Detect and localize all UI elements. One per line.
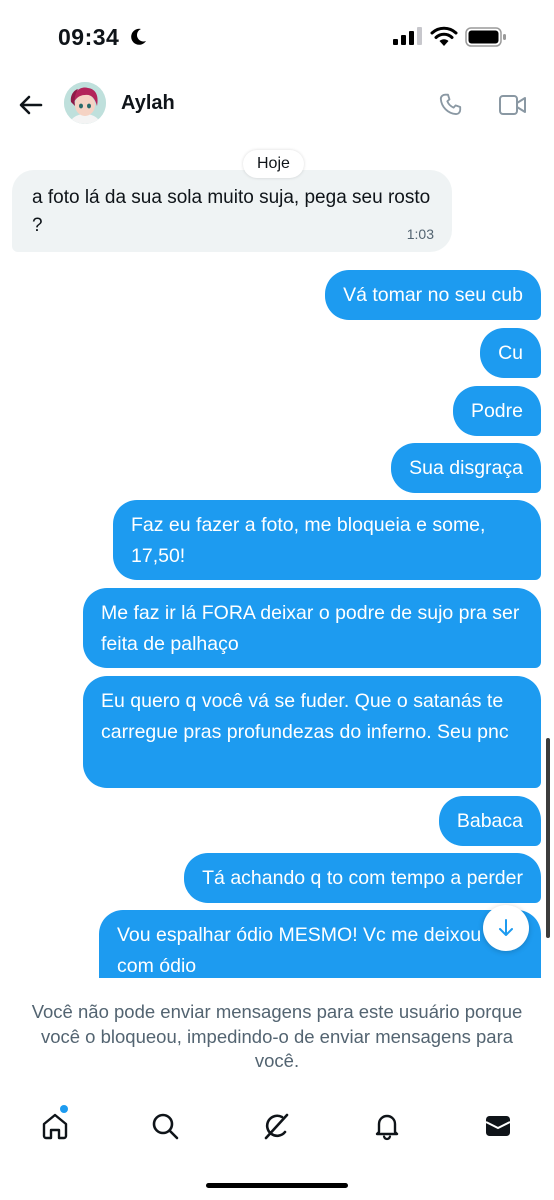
status-time: 09:34 — [58, 24, 120, 50]
tab-home[interactable] — [37, 1108, 73, 1144]
grok-icon — [264, 1113, 289, 1140]
incoming-message-text: a foto lá da sua sola muito suja, pega s… — [32, 187, 431, 236]
tab-grok[interactable] — [258, 1108, 294, 1144]
outgoing-message[interactable]: Cu — [480, 328, 541, 378]
arrow-down-icon — [499, 919, 513, 936]
video-call-icon[interactable] — [498, 93, 528, 117]
home-icon — [42, 1113, 68, 1140]
notifications-icon — [375, 1114, 399, 1141]
outgoing-message[interactable]: Me faz ir lá FORA deixar o podre de sujo… — [83, 588, 541, 668]
wifi-icon — [430, 26, 458, 46]
message-timestamp: 1:03 — [406, 226, 434, 242]
outgoing-message[interactable]: Vá tomar no seu cub — [325, 270, 541, 320]
tab-search[interactable] — [147, 1108, 183, 1144]
conversation-header: Aylah — [0, 76, 554, 134]
messages-icon — [485, 1116, 511, 1136]
scroll-to-bottom-button[interactable] — [483, 905, 529, 951]
battery-icon — [465, 27, 506, 47]
blocked-notice: Você não pode enviar mensagens para este… — [31, 1001, 523, 1071]
tab-messages[interactable] — [480, 1108, 516, 1144]
outgoing-message[interactable]: Tá achando q to com tempo a perder — [184, 853, 541, 903]
search-icon — [152, 1113, 179, 1140]
incoming-message[interactable]: a foto lá da sua sola muito suja, pega s… — [12, 170, 452, 252]
notification-badge — [60, 1105, 68, 1113]
phone-call-icon[interactable] — [438, 92, 464, 118]
home-indicator[interactable] — [206, 1183, 348, 1188]
back-arrow-icon[interactable] — [18, 92, 44, 118]
signal-icon — [393, 27, 422, 45]
message-thread[interactable]: a foto lá da sua sola muito suja, pega s… — [0, 134, 554, 978]
bottom-tab-bar — [0, 1100, 554, 1160]
outgoing-message[interactable]: Podre — [452, 386, 541, 436]
outgoing-message[interactable]: Sua disgraça — [391, 443, 541, 493]
tab-notifications[interactable] — [369, 1108, 405, 1144]
outgoing-message[interactable]: Eu quero q você vá se fuder. Que o satan… — [83, 676, 541, 788]
contact-name[interactable]: Aylah — [121, 92, 175, 115]
moon-icon — [131, 28, 146, 45]
scrollbar[interactable] — [546, 738, 550, 938]
outgoing-message[interactable]: Babaca — [438, 796, 541, 846]
outgoing-message[interactable]: Vou espalhar ódio MESMO! Vc me deixou co… — [99, 910, 541, 978]
status-bar: 09:34 — [0, 0, 554, 76]
date-divider: Hoje — [243, 150, 304, 178]
outgoing-message[interactable]: Faz eu fazer a foto, me bloqueia e some,… — [113, 500, 541, 580]
avatar[interactable] — [64, 82, 106, 124]
